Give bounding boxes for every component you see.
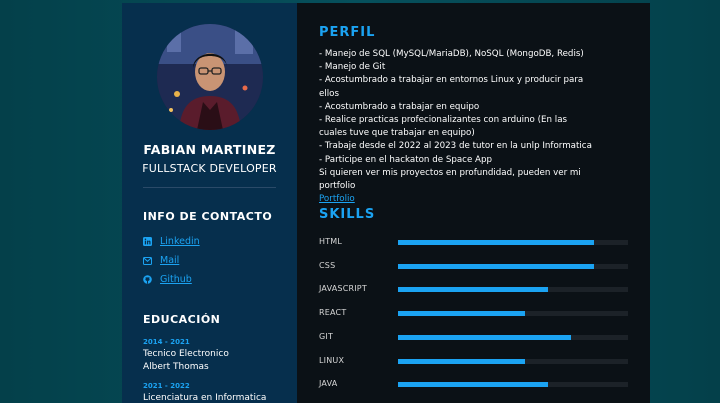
contact-mail[interactable]: Mail	[143, 255, 179, 266]
contact-linkedin[interactable]: Linkedin	[143, 236, 200, 247]
avatar	[157, 24, 263, 130]
education-years: 2014 - 2021	[143, 338, 190, 346]
skill-name: CSS	[319, 260, 336, 270]
resume-page: FABIAN MARTINEZ FULLSTACK DEVELOPER INFO…	[122, 3, 650, 403]
skill-bar-track	[398, 263, 628, 269]
skill-bar-fill	[398, 358, 525, 364]
skill-row: JAVASCRIPT	[319, 284, 629, 298]
education-title: Tecnico Electronico	[143, 349, 229, 359]
skill-bar-track	[398, 240, 628, 245]
skill-bar-track	[398, 382, 628, 388]
education-years: 2021 - 2022	[143, 382, 190, 390]
contact-github[interactable]: Github	[143, 274, 192, 285]
skill-bar-fill	[398, 240, 594, 245]
perfil-text: - Manejo de SQL (MySQL/MariaDB), NoSQL (…	[319, 48, 594, 206]
skill-bar-fill	[398, 287, 548, 293]
linkedin-link[interactable]: Linkedin	[160, 236, 200, 247]
skill-row: LINUX	[319, 356, 629, 370]
profile-role: FULLSTACK DEVELOPER	[142, 162, 277, 175]
skill-bar-fill	[398, 311, 525, 317]
mail-link[interactable]: Mail	[160, 255, 179, 266]
linkedin-icon	[143, 237, 152, 246]
skill-bar-track	[398, 334, 628, 340]
perfil-line: Si quieren ver mis proyectos en profundi…	[319, 167, 581, 192]
skill-row: JAVA	[319, 379, 629, 393]
perfil-line: - Realice practicas profecionalizantes c…	[319, 115, 568, 139]
skill-row: CSS	[319, 261, 629, 275]
skill-bar-fill	[398, 263, 594, 269]
skill-bar-track	[398, 287, 628, 293]
perfil-line: - Manejo de Git	[319, 62, 386, 73]
perfil-line: - Manejo de SQL (MySQL/MariaDB), NoSQL (…	[319, 49, 584, 59]
skill-row: REACT	[319, 308, 629, 322]
mail-icon	[143, 256, 152, 265]
education-institution: Albert Thomas	[143, 362, 209, 372]
skill-row: GIT	[319, 332, 629, 346]
skill-name: JAVA	[319, 379, 338, 389]
skill-name: LINUX	[319, 355, 345, 365]
skill-bar-fill	[398, 334, 571, 340]
profile-name: FABIAN MARTINEZ	[143, 142, 276, 157]
skills-heading: SKILLS	[319, 207, 376, 222]
perfil-heading: PERFIL	[319, 25, 376, 40]
skill-bar-fill	[398, 382, 548, 388]
perfil-line: - Trabaje desde el 2022 al 2023 de tutor…	[319, 141, 592, 152]
skill-bar-track	[398, 358, 628, 364]
github-link[interactable]: Github	[160, 274, 192, 285]
skill-name: HTML	[319, 237, 343, 246]
portfolio-link[interactable]: Portfolio	[319, 194, 355, 204]
skill-bar-track	[398, 311, 628, 317]
skill-name: GIT	[319, 331, 334, 341]
education-title: Licenciatura en Informatica	[143, 393, 267, 403]
skill-name: JAVASCRIPT	[319, 284, 367, 294]
contact-heading: INFO DE CONTACTO	[143, 210, 273, 223]
education-heading: EDUCACIÓN	[143, 313, 221, 326]
perfil-line: - Acostumbrado a trabajar en equipo	[319, 101, 480, 112]
github-icon	[143, 275, 152, 284]
perfil-line: - Participe en el hackaton de Space App	[319, 154, 493, 165]
sidebar: FABIAN MARTINEZ FULLSTACK DEVELOPER INFO…	[122, 3, 297, 403]
skill-row: HTML	[319, 237, 629, 251]
divider	[143, 187, 276, 188]
perfil-line: - Acostumbrado a trabajar en entornos Li…	[319, 75, 584, 99]
main-content: PERFIL - Manejo de SQL (MySQL/MariaDB), …	[297, 3, 650, 403]
avatar-photo	[157, 24, 263, 130]
skill-name: REACT	[319, 308, 347, 318]
